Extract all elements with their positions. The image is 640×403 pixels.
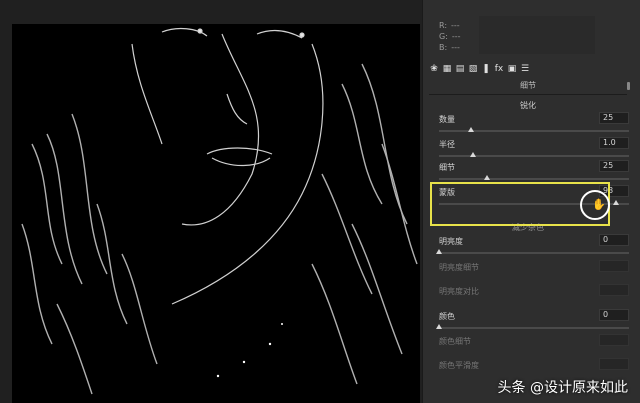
r-value: ---	[451, 21, 460, 30]
canvas-area	[0, 0, 422, 403]
slider-value-input[interactable]: 0	[599, 234, 629, 246]
sliders-icon[interactable]: ☰	[520, 64, 530, 74]
g-value: ---	[451, 32, 461, 41]
slider-thumb[interactable]	[436, 249, 442, 254]
slider-value-input[interactable]: 25	[599, 160, 629, 172]
slider-value-input[interactable]	[599, 260, 629, 272]
mask-preview-image[interactable]	[12, 24, 420, 403]
g-label: G:	[439, 32, 448, 41]
slider-label: 数量	[439, 115, 455, 124]
slider-thumb[interactable]	[483, 175, 490, 180]
portrait-edge-mask	[21, 27, 418, 395]
lens-icon[interactable]: ❚	[481, 64, 491, 74]
watermark: 头条 @设计原来如此	[497, 380, 628, 396]
slider-value-input[interactable]: 25	[599, 112, 629, 124]
sharpen-title: 锐化	[520, 101, 536, 110]
r-label: R:	[439, 21, 448, 30]
slider-track[interactable]	[439, 178, 629, 180]
slider-label: 颜色平滑度	[439, 361, 479, 370]
slider-label: 明亮度	[439, 237, 463, 246]
fx-icon[interactable]: fx	[494, 64, 504, 74]
slider-value-input[interactable]: 0	[599, 309, 629, 321]
slider-label: 明亮度对比	[439, 287, 479, 296]
slider-thumb[interactable]	[436, 324, 442, 329]
slider-thumb[interactable]	[470, 152, 477, 157]
slider-track[interactable]	[439, 252, 629, 254]
divider	[429, 94, 627, 95]
histogram-area	[479, 16, 595, 54]
b-label: B:	[439, 43, 448, 52]
slider-track[interactable]	[439, 155, 629, 157]
slider-label: 半径	[439, 140, 455, 149]
hand-cursor-icon: ✋	[592, 198, 606, 211]
tab-title: 细节	[520, 81, 536, 90]
panel-tabs: ❀ ▦ ▤ ▧ ❚ fx ▣ ☰	[425, 60, 627, 78]
slider-thumb[interactable]	[612, 200, 619, 205]
tone-icon[interactable]: ▤	[455, 64, 465, 74]
aperture-icon[interactable]: ❀	[429, 64, 439, 74]
slider-value-input[interactable]	[599, 358, 629, 370]
b-value: ---	[451, 43, 460, 52]
slider-label: 颜色	[439, 312, 455, 321]
split-tone-icon[interactable]: ▧	[468, 64, 478, 74]
grid-icon[interactable]: ▦	[442, 64, 452, 74]
slider-value-input[interactable]: 1.0	[599, 137, 629, 149]
slider-label: 颜色细节	[439, 337, 471, 346]
slider-value-input[interactable]	[599, 284, 629, 296]
camera-icon[interactable]: ▣	[507, 64, 517, 74]
slider-thumb[interactable]	[468, 127, 475, 132]
slider-label: 明亮度细节	[439, 263, 479, 272]
slider-value-input[interactable]	[599, 334, 629, 346]
rgb-readout: R: --- G: --- B: ---	[439, 20, 461, 53]
slider-track[interactable]	[439, 327, 629, 329]
slider-label: 细节	[439, 163, 455, 172]
